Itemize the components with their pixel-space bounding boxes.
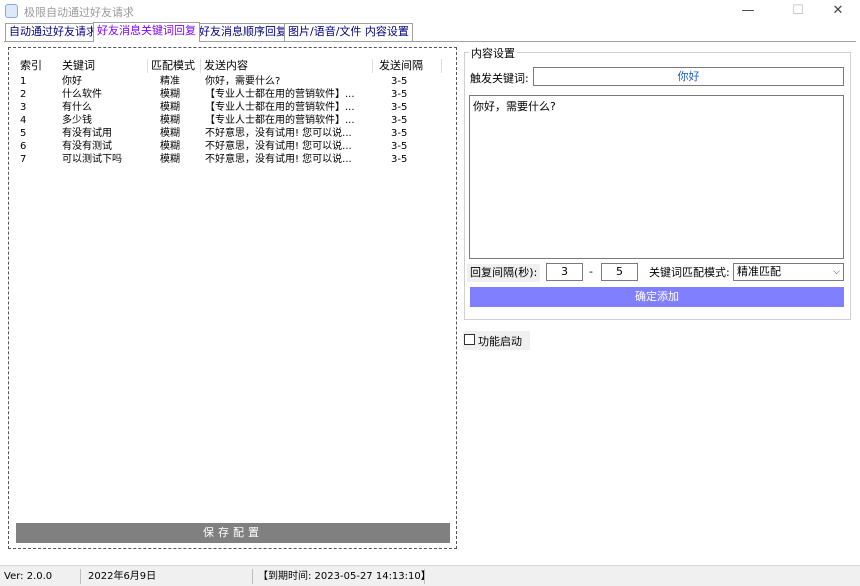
- cell-index: 3: [20, 102, 27, 113]
- tab-sequence-reply[interactable]: 好友消息顺序回复: [195, 23, 291, 41]
- column-header-index[interactable]: 索引: [20, 57, 42, 75]
- table-row[interactable]: 6 有没有测试 模糊 不好意思，没有试用! 您可以说... 3-5: [17, 140, 447, 153]
- cell-content: 你好，需要什么?: [205, 76, 281, 87]
- column-header-interval[interactable]: 发送间隔: [379, 57, 423, 75]
- interval-dash: -: [589, 265, 593, 278]
- cell-mode: 精准: [160, 76, 180, 87]
- status-separator: [424, 569, 425, 584]
- group-title: 内容设置: [469, 45, 517, 61]
- keyword-input[interactable]: 你好: [533, 67, 844, 86]
- column-header-content[interactable]: 发送内容: [204, 57, 248, 75]
- content-settings-group: 内容设置 触发关键词: 你好 你好，需要什么? 回复间隔(秒): 3 - 5 关…: [464, 45, 851, 320]
- cell-interval: 3-5: [391, 141, 408, 152]
- checkbox-icon: [464, 334, 475, 345]
- keyword-label: 触发关键词:: [470, 72, 529, 85]
- cell-mode: 模糊: [160, 102, 180, 113]
- cell-keyword: 多少钱: [62, 115, 92, 126]
- cell-keyword: 什么软件: [62, 89, 102, 100]
- cell-index: 2: [20, 89, 27, 100]
- cell-mode: 模糊: [160, 128, 180, 139]
- column-separator: [372, 59, 373, 73]
- cell-index: 5: [20, 128, 27, 139]
- cell-content: 【专业人士都在用的营销软件】...: [205, 115, 355, 126]
- match-mode-label: 关键词匹配模式:: [649, 266, 730, 279]
- table-row[interactable]: 1 你好 精准 你好，需要什么? 3-5: [17, 75, 447, 88]
- status-separator: [80, 569, 81, 584]
- reply-content-textarea[interactable]: 你好，需要什么?: [469, 95, 844, 259]
- table-row[interactable]: 3 有什么 模糊 【专业人士都在用的营销软件】... 3-5: [17, 101, 447, 114]
- match-mode-value: 精准匹配: [737, 265, 781, 278]
- cell-index: 1: [20, 76, 27, 87]
- status-separator: [252, 569, 253, 584]
- tab-auto-accept[interactable]: 自动通过好友请求: [5, 23, 101, 41]
- table-header: 索引 关键词 匹配模式 发送内容 发送间隔: [17, 57, 442, 75]
- feature-enable-label: 功能启动: [478, 335, 522, 348]
- keyword-list-panel: 索引 关键词 匹配模式 发送内容 发送间隔 1 你好 精准 你好，需要什么? 3…: [8, 47, 457, 549]
- cell-content: 不好意思，没有试用! 您可以说...: [205, 128, 352, 139]
- save-config-button[interactable]: 保存配置: [16, 523, 450, 543]
- column-header-keyword[interactable]: 关键词: [62, 57, 95, 75]
- maximize-button[interactable]: ☐: [776, 0, 820, 22]
- cell-content: 【专业人士都在用的营销软件】...: [205, 89, 355, 100]
- status-version: Ver: 2.0.0: [4, 571, 53, 582]
- cell-keyword: 有什么: [62, 102, 92, 113]
- chevron-down-icon: ⌵: [833, 267, 840, 277]
- confirm-add-button[interactable]: 确定添加: [470, 287, 844, 307]
- match-mode-select[interactable]: 精准匹配 ⌵: [733, 263, 844, 281]
- interval-label: 回复间隔(秒):: [467, 264, 541, 282]
- cell-mode: 模糊: [160, 115, 180, 126]
- column-separator: [200, 59, 201, 73]
- cell-index: 6: [20, 141, 27, 152]
- feature-enable-checkbox[interactable]: 功能启动: [463, 331, 530, 350]
- minimize-button[interactable]: —: [726, 0, 770, 22]
- cell-keyword: 有没有试用: [62, 128, 112, 139]
- column-header-mode[interactable]: 匹配模式: [151, 57, 195, 75]
- cell-content: 【专业人士都在用的营销软件】...: [205, 102, 355, 113]
- status-bar: Ver: 2.0.0 2022年6月9日 【到期时间: 2023-05-27 1…: [0, 565, 860, 586]
- status-expiry: 【到期时间: 2023-05-27 14:13:10】: [258, 571, 431, 582]
- table-row[interactable]: 4 多少钱 模糊 【专业人士都在用的营销软件】... 3-5: [17, 114, 447, 127]
- cell-mode: 模糊: [160, 141, 180, 152]
- interval-min-input[interactable]: 3: [546, 263, 583, 281]
- cell-keyword: 可以测试下吗: [62, 154, 122, 165]
- table-row[interactable]: 5 有没有试用 模糊 不好意思，没有试用! 您可以说... 3-5: [17, 127, 447, 140]
- table-row[interactable]: 7 可以测试下吗 模糊 不好意思，没有试用! 您可以说... 3-5: [17, 153, 447, 166]
- cell-keyword: 你好: [62, 76, 82, 87]
- cell-interval: 3-5: [391, 89, 408, 100]
- table-body: 1 你好 精准 你好，需要什么? 3-5 2 什么软件 模糊 【专业人士都在用的…: [17, 75, 447, 166]
- cell-interval: 3-5: [391, 154, 408, 165]
- status-date: 2022年6月9日: [88, 571, 157, 582]
- cell-interval: 3-5: [391, 115, 408, 126]
- tab-media-settings[interactable]: 图片/语音/文件 内容设置: [284, 23, 413, 41]
- cell-index: 7: [20, 154, 27, 165]
- cell-interval: 3-5: [391, 76, 408, 87]
- cell-keyword: 有没有测试: [62, 141, 112, 152]
- title-bar: 极限自动通过好友请求 — ☐ ✕: [0, 0, 860, 22]
- cell-mode: 模糊: [160, 154, 180, 165]
- cell-content: 不好意思，没有试用! 您可以说...: [205, 154, 352, 165]
- tab-keyword-reply[interactable]: 好友消息关键词回复: [93, 22, 200, 42]
- interval-max-input[interactable]: 5: [601, 263, 638, 281]
- table-row[interactable]: 2 什么软件 模糊 【专业人士都在用的营销软件】... 3-5: [17, 88, 447, 101]
- app-icon: [5, 4, 18, 18]
- close-button[interactable]: ✕: [816, 0, 860, 22]
- cell-index: 4: [20, 115, 27, 126]
- cell-mode: 模糊: [160, 89, 180, 100]
- window-title: 极限自动通过好友请求: [24, 6, 134, 19]
- cell-interval: 3-5: [391, 128, 408, 139]
- cell-interval: 3-5: [391, 102, 408, 113]
- column-separator: [147, 59, 148, 73]
- cell-content: 不好意思，没有试用! 您可以说...: [205, 141, 352, 152]
- column-separator: [441, 59, 442, 73]
